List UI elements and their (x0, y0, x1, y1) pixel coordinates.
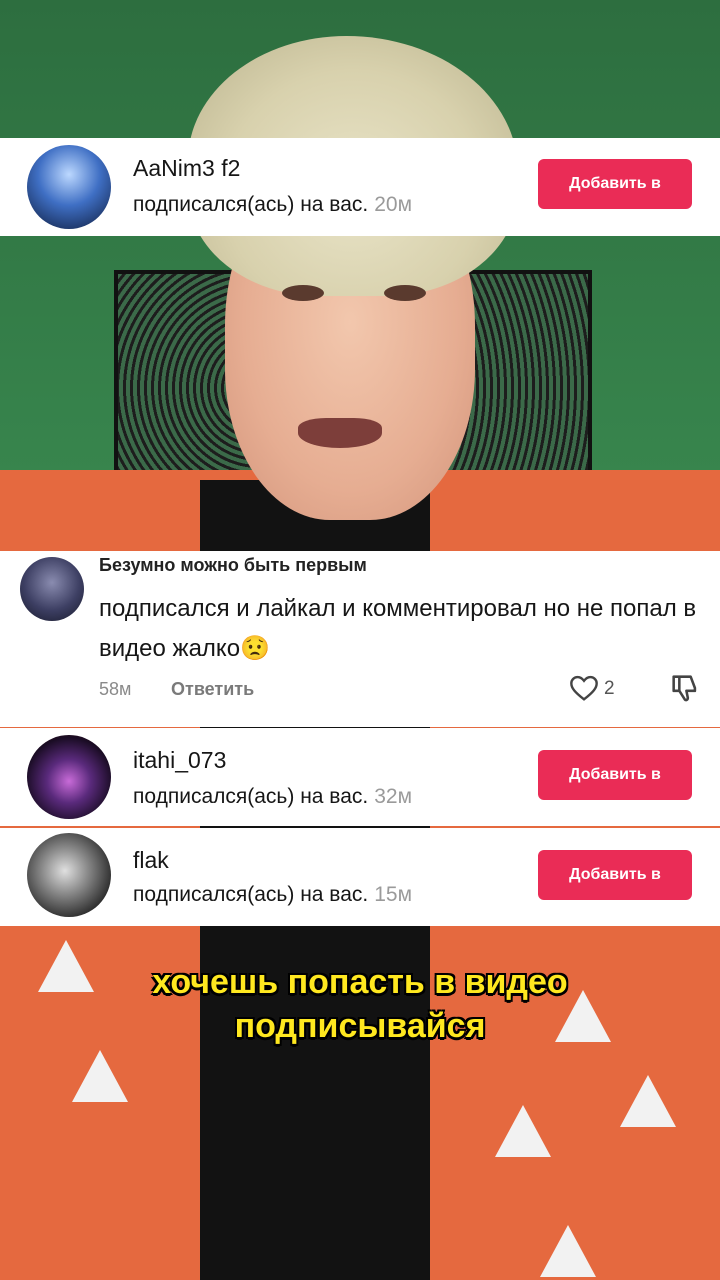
haori-pattern-triangle (495, 1105, 551, 1157)
person-eye-left (282, 285, 324, 301)
heart-icon[interactable] (568, 672, 600, 704)
follow-notification[interactable]: flak подписался(ась) на вас. 15м Добавить… (0, 828, 720, 926)
person-mouth (298, 418, 382, 448)
comment-card: Безумно можно быть первым подписался и л… (0, 551, 720, 727)
video-caption: хочешь попасть в видео подписывайся (0, 960, 720, 1048)
comment-author[interactable]: Безумно можно быть первым (99, 555, 367, 576)
follow-notification[interactable]: itahi_073 подписался(ась) на вас. 32м Доб… (0, 728, 720, 826)
user-avatar[interactable] (27, 833, 111, 917)
add-friend-button[interactable]: Добавить в (538, 750, 692, 800)
haori-pattern-triangle (540, 1225, 596, 1277)
follow-notification[interactable]: AaNim3 f2 подписался(ась) на вас. 20м Доб… (0, 138, 720, 236)
haori-pattern-triangle (620, 1075, 676, 1127)
caption-line-1: хочешь попасть в видео (152, 963, 568, 1001)
notification-time: 15м (374, 883, 413, 906)
comment-text: подписался и лайкал и комментировал но н… (99, 595, 697, 662)
username[interactable]: AaNim3 f2 (133, 155, 240, 182)
thumbs-down-icon[interactable] (668, 671, 702, 705)
add-friend-button[interactable]: Добавить в (538, 159, 692, 209)
follow-action-text: подписался(ась) на вас. 32м (133, 785, 413, 808)
follow-action-text: подписался(ась) на вас. 20м (133, 193, 413, 216)
like-count: 2 (604, 678, 615, 699)
user-avatar[interactable] (27, 735, 111, 819)
notification-time: 20м (374, 193, 413, 216)
add-friend-button[interactable]: Добавить в (538, 850, 692, 900)
user-avatar[interactable] (27, 145, 111, 229)
username[interactable]: itahi_073 (133, 747, 226, 774)
person-eye-right (384, 285, 426, 301)
username[interactable]: flak (133, 847, 169, 874)
comment-time: 58м (99, 679, 132, 699)
notification-time: 32м (374, 785, 413, 808)
follow-action-text: подписался(ась) на вас. 15м (133, 883, 413, 906)
reply-button[interactable]: Ответить (171, 679, 254, 700)
commenter-avatar[interactable] (20, 557, 84, 621)
haori-pattern-triangle (72, 1050, 128, 1102)
caption-line-2: подписывайся (234, 1007, 486, 1045)
